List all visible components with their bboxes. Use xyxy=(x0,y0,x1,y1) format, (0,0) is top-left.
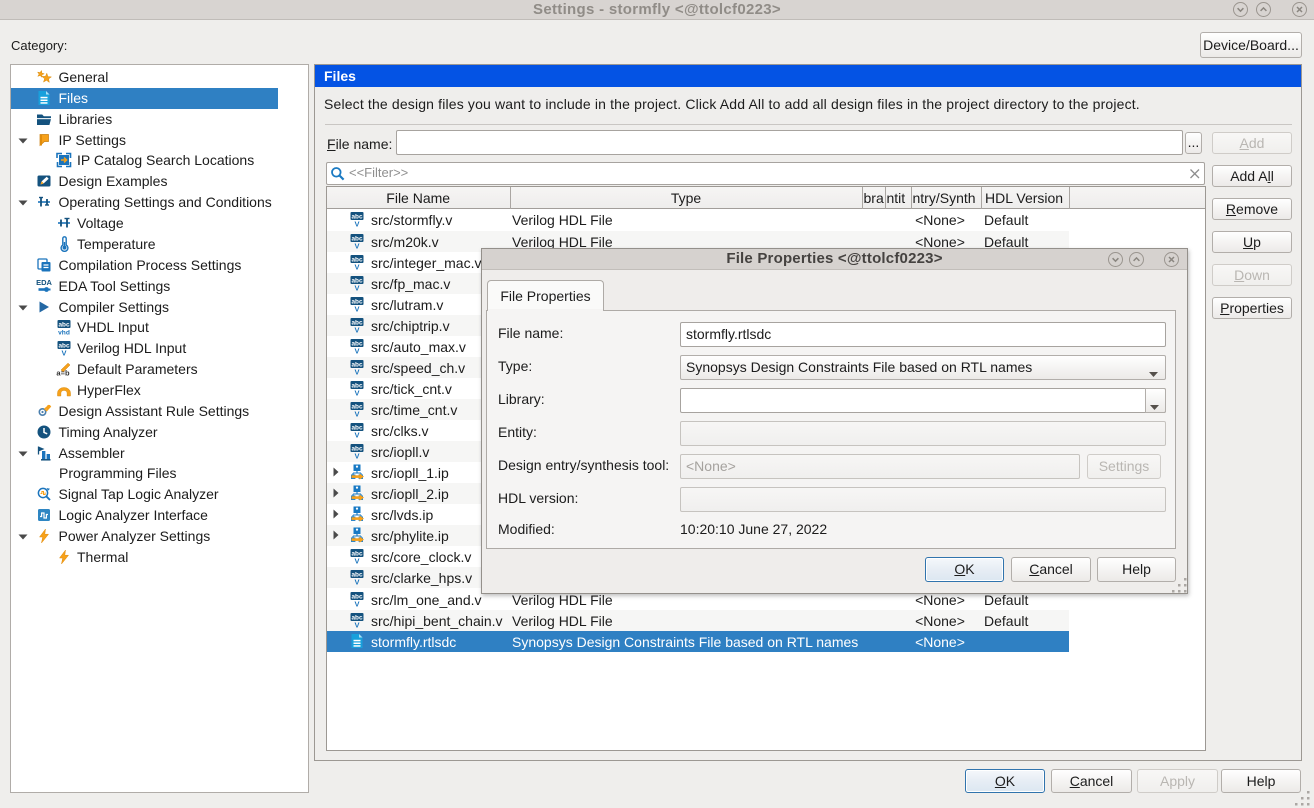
svg-text:V: V xyxy=(61,349,66,356)
svg-text:EDA: EDA xyxy=(36,278,52,287)
svg-text:V: V xyxy=(354,325,359,332)
svg-text:vhd: vhd xyxy=(58,330,70,336)
svg-text:V: V xyxy=(354,388,359,395)
svg-text:V: V xyxy=(354,620,359,627)
svg-text:V: V xyxy=(354,220,359,227)
svg-text:V: V xyxy=(354,409,359,416)
svg-text:V: V xyxy=(354,578,359,585)
svg-text:V: V xyxy=(354,262,359,269)
svg-text:V: V xyxy=(354,599,359,606)
svg-text:V: V xyxy=(354,557,359,564)
svg-text:V: V xyxy=(354,283,359,290)
svg-text:V: V xyxy=(354,431,359,438)
svg-text:V: V xyxy=(354,304,359,311)
svg-text:V: V xyxy=(354,346,359,353)
svg-text:V: V xyxy=(354,367,359,374)
svg-text:abc: abc xyxy=(58,322,69,329)
svg-text:V: V xyxy=(354,241,359,248)
svg-text:V: V xyxy=(354,452,359,459)
